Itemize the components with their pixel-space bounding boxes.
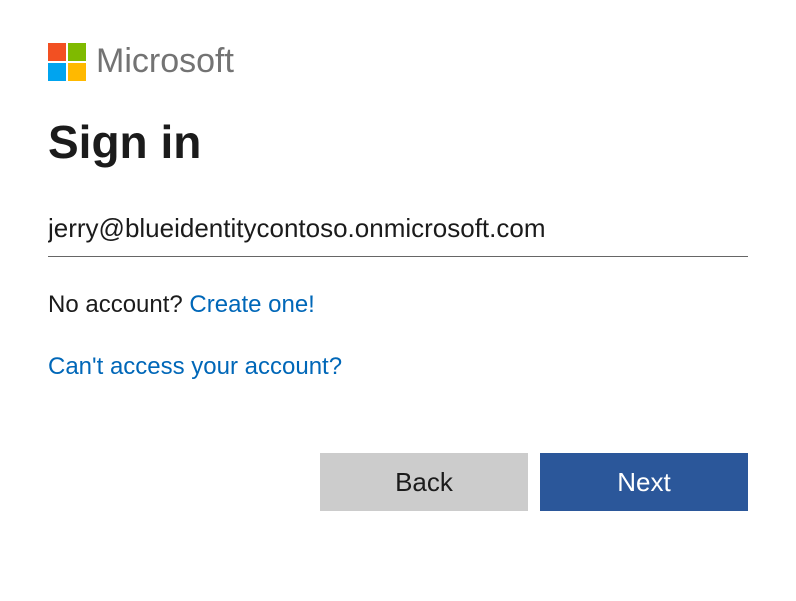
brand-name: Microsoft (96, 42, 234, 81)
email-input[interactable] (48, 207, 748, 257)
create-account-link[interactable]: Create one! (189, 291, 314, 318)
no-account-text: No account? (48, 291, 189, 318)
microsoft-logo-icon (48, 43, 86, 81)
no-account-row: No account? Create one! (48, 291, 748, 319)
brand-header: Microsoft (48, 42, 748, 81)
next-button[interactable]: Next (540, 453, 748, 511)
action-buttons: Back Next (48, 453, 748, 511)
back-button[interactable]: Back (320, 453, 528, 511)
cant-access-link[interactable]: Can't access your account? (48, 353, 342, 380)
page-title: Sign in (48, 115, 748, 169)
